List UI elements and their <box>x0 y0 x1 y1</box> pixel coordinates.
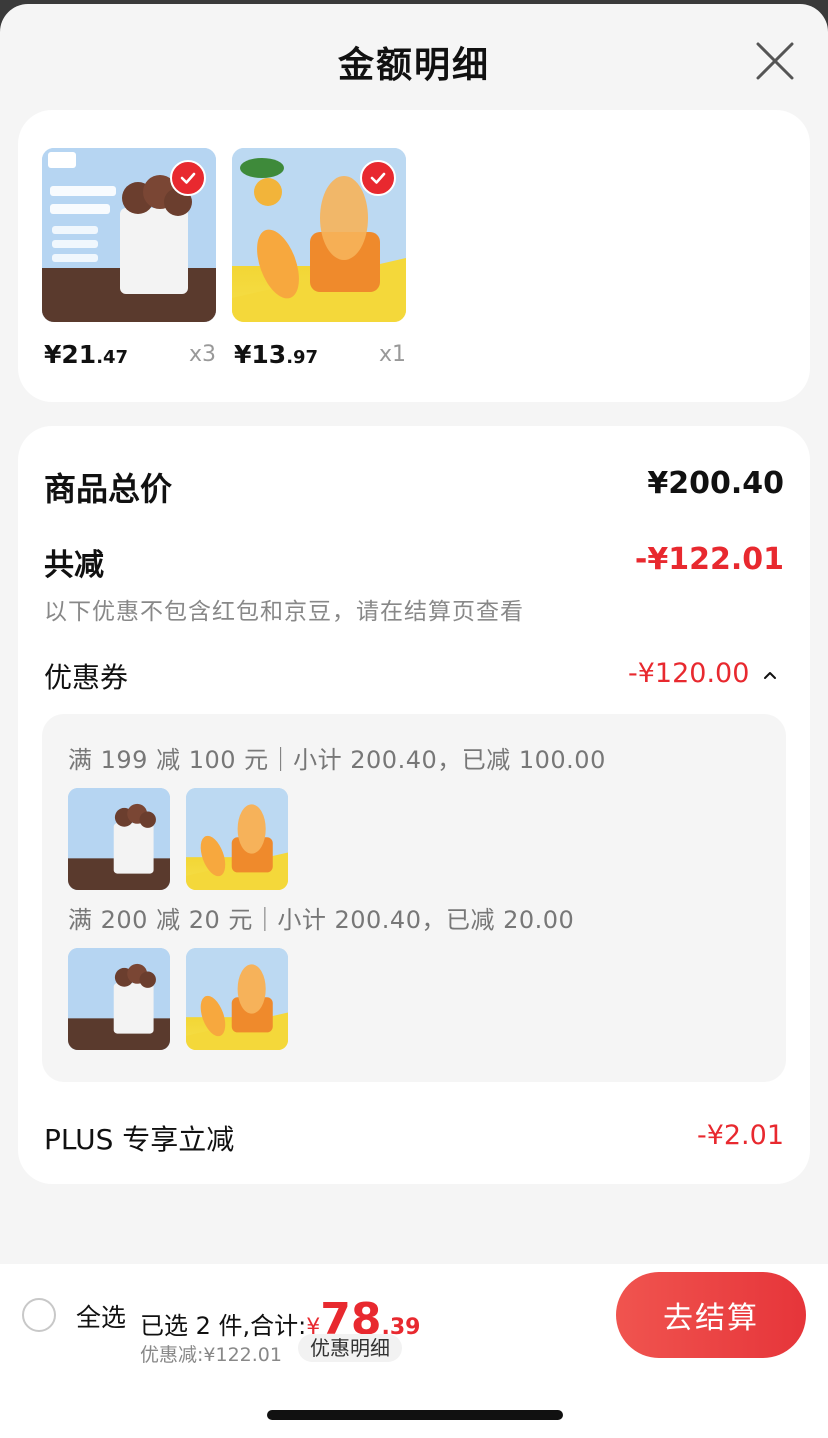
product-image[interactable] <box>42 148 216 322</box>
coupon-rule-text: 满 200 减 20 元｜小计 200.40，已减 20.00 <box>68 906 575 934</box>
close-button[interactable] <box>752 38 798 84</box>
select-all-label[interactable]: 全选 <box>76 1298 126 1334</box>
selected-badge[interactable] <box>170 160 206 196</box>
discount-detail-chip[interactable]: 优惠明细 <box>298 1334 402 1362</box>
sheet-title: 金额明细 <box>337 45 490 86</box>
close-icon <box>756 42 794 80</box>
coupon-rule-text: 满 199 减 100 元｜小计 200.40，已减 100.00 <box>68 746 606 774</box>
coupon-product-thumb <box>68 948 170 1050</box>
product-qty: x3 <box>188 342 216 367</box>
total-value: ¥200.40 <box>647 466 784 501</box>
coupon-value: -¥120.00 <box>628 658 750 689</box>
product-price: ¥21.47 <box>44 340 129 369</box>
coupon-product-thumb <box>68 788 170 890</box>
check-icon <box>180 172 196 184</box>
plus-value: -¥2.01 <box>696 1120 784 1151</box>
select-all-radio[interactable] <box>22 1298 56 1332</box>
products-card: ¥21.47 x3 ¥13.97 x1 <box>18 110 810 402</box>
product-qty: x1 <box>378 342 406 367</box>
amount-detail-sheet: 金额明细 ¥21.47 x3 ¥13.97 x1 商品总价 ¥200.40 共减… <box>0 4 828 1438</box>
plus-label: PLUS 专享立减 <box>44 1123 235 1156</box>
discount-note: 以下优惠不包含红包和京豆，请在结算页查看 <box>44 599 524 625</box>
coupon-toggle[interactable]: -¥120.00 <box>628 658 778 689</box>
discount-total: 优惠减:¥122.01 <box>140 1344 282 1366</box>
total-label: 商品总价 <box>44 470 173 508</box>
product-item[interactable]: ¥21.47 x3 <box>42 148 216 369</box>
reduce-label: 共减 <box>44 548 104 583</box>
checkout-bar: 全选 已选 2 件,合计:¥78.39 优惠减:¥122.01 优惠明细 去结算 <box>0 1264 828 1366</box>
coupon-product-thumb <box>186 788 288 890</box>
price-detail-card: 商品总价 ¥200.40 共减 -¥122.01 以下优惠不包含红包和京豆，请在… <box>18 426 810 1184</box>
coupon-rules-box: 满 199 减 100 元｜小计 200.40，已减 100.00 满 200 … <box>42 714 786 1082</box>
chevron-up-icon <box>764 671 776 679</box>
coupon-product-thumb <box>186 948 288 1050</box>
product-item[interactable]: ¥13.97 x1 <box>232 148 406 369</box>
home-indicator[interactable] <box>267 1410 563 1420</box>
product-image[interactable] <box>232 148 406 322</box>
check-icon <box>370 172 386 184</box>
home-indicator-area <box>0 1366 828 1438</box>
product-price: ¥13.97 <box>234 340 319 369</box>
coupon-label: 优惠券 <box>44 661 129 694</box>
checkout-button[interactable]: 去结算 <box>616 1272 806 1358</box>
selected-badge[interactable] <box>360 160 396 196</box>
reduce-value: -¥122.01 <box>634 542 784 577</box>
